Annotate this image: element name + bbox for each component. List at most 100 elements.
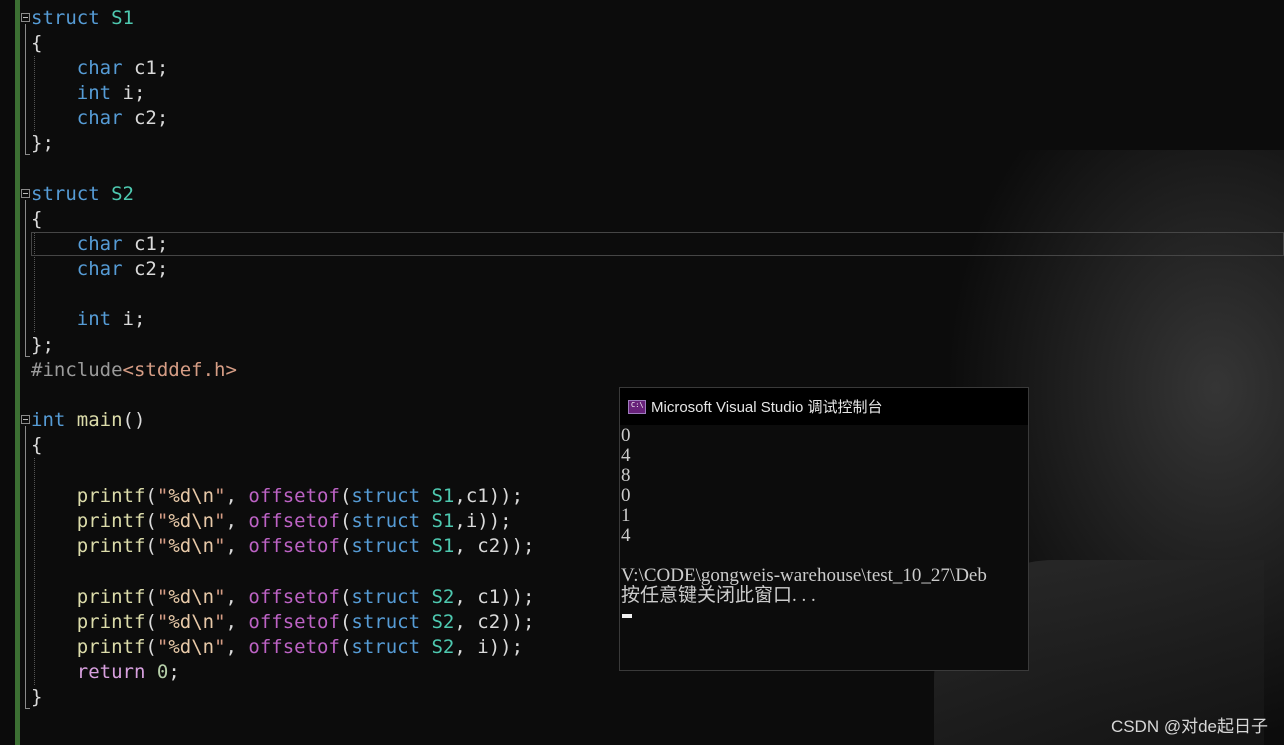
code-line[interactable]: printf("%d\n", offsetof(struct S1,c1)); — [31, 484, 523, 509]
code-token: , i)); — [454, 636, 524, 658]
code-line[interactable]: }; — [31, 333, 54, 358]
code-token: offsetof — [248, 485, 340, 507]
code-token: char — [76, 107, 123, 129]
code-token: printf — [76, 636, 146, 658]
console-output-line: 0 — [621, 425, 631, 446]
code-line[interactable]: printf("%d\n", offsetof(struct S1, c2)); — [31, 534, 535, 559]
code-line[interactable]: printf("%d\n", offsetof(struct S1,i)); — [31, 509, 512, 534]
console-app-icon — [628, 399, 646, 414]
code-token: ( — [339, 510, 352, 532]
code-token: 0 — [156, 661, 169, 683]
code-line[interactable]: { — [31, 433, 42, 458]
fold-toggle-icon[interactable] — [21, 13, 30, 22]
code-line[interactable]: char c2; — [31, 257, 169, 282]
code-line[interactable]: int i; — [31, 307, 146, 332]
code-token: char — [76, 233, 123, 255]
code-token: ( — [145, 611, 157, 633]
code-token: " — [214, 510, 226, 532]
code-token: S2 — [431, 586, 455, 608]
code-line[interactable]: } — [31, 685, 42, 710]
code-token: %d\n — [168, 485, 215, 507]
code-token: int — [31, 409, 66, 431]
code-line[interactable]: char c1; — [31, 56, 169, 81]
code-line[interactable]: { — [31, 207, 42, 232]
code-token: " — [156, 485, 169, 507]
code-line[interactable]: printf("%d\n", offsetof(struct S2, i)); — [31, 635, 523, 660]
code-token: ,i)); — [454, 510, 512, 532]
code-token: printf — [76, 586, 146, 608]
console-cursor — [622, 614, 632, 618]
code-token: struct — [31, 7, 100, 29]
scope-line-end — [25, 356, 30, 357]
code-token: struct — [351, 611, 421, 633]
fold-toggle-icon[interactable] — [21, 415, 30, 424]
scope-line — [25, 426, 27, 708]
code-token: offsetof — [248, 586, 340, 608]
code-token: S1 — [431, 485, 455, 507]
code-token: " — [214, 535, 226, 557]
code-token: printf — [76, 611, 146, 633]
code-token: struct — [351, 636, 421, 658]
code-token: ( — [339, 636, 352, 658]
code-token: c2; — [122, 107, 169, 129]
code-line[interactable]: printf("%d\n", offsetof(struct S2, c1)); — [31, 585, 535, 610]
code-token: S1 — [111, 7, 134, 29]
code-token: , — [225, 510, 249, 532]
code-token: , — [225, 611, 249, 633]
code-token: " — [156, 510, 169, 532]
code-token: printf — [76, 535, 146, 557]
code-token: S2 — [431, 611, 455, 633]
code-line[interactable]: int i; — [31, 81, 146, 106]
console-output-line: 8 — [621, 465, 631, 486]
code-line[interactable]: }; — [31, 131, 54, 156]
code-line[interactable]: printf("%d\n", offsetof(struct S2, c2)); — [31, 610, 535, 635]
code-line[interactable]: struct S2 — [31, 182, 134, 207]
code-token: %d\n — [168, 636, 215, 658]
code-line[interactable]: #include<stddef.h> — [31, 358, 237, 383]
code-line[interactable]: char c2; — [31, 106, 169, 131]
console-output-line: 0 — [621, 485, 631, 506]
debug-console-window[interactable]: Microsoft Visual Studio 调试控制台 0 4 8 0 1 … — [619, 387, 1029, 671]
code-token: }; — [31, 132, 54, 154]
code-token: } — [31, 686, 43, 708]
code-token: ( — [339, 485, 352, 507]
code-token: c1; — [122, 233, 169, 255]
code-token: , — [225, 586, 249, 608]
code-token: #include — [31, 359, 123, 381]
code-line[interactable]: char c1; — [31, 232, 169, 257]
code-line[interactable]: { — [31, 31, 42, 56]
code-token: " — [156, 611, 169, 633]
code-token: %d\n — [168, 586, 215, 608]
code-token: offsetof — [248, 611, 340, 633]
code-token: offsetof — [248, 636, 340, 658]
fold-toggle-icon[interactable] — [21, 189, 30, 198]
code-line[interactable]: return 0; — [31, 660, 180, 685]
code-token: ( — [339, 535, 352, 557]
scope-line — [25, 200, 27, 356]
code-line[interactable]: struct S1 — [31, 6, 134, 31]
code-line[interactable]: int main() — [31, 408, 145, 433]
console-title: Microsoft Visual Studio 调试控制台 — [651, 399, 883, 416]
console-output-line: 4 — [621, 525, 631, 546]
code-token: offsetof — [248, 510, 340, 532]
code-token: %d\n — [168, 535, 215, 557]
code-token: }; — [31, 334, 54, 356]
scope-line-end — [25, 154, 30, 155]
console-title-bar[interactable]: Microsoft Visual Studio 调试控制台 — [620, 388, 1028, 425]
code-token: i; — [111, 82, 146, 104]
